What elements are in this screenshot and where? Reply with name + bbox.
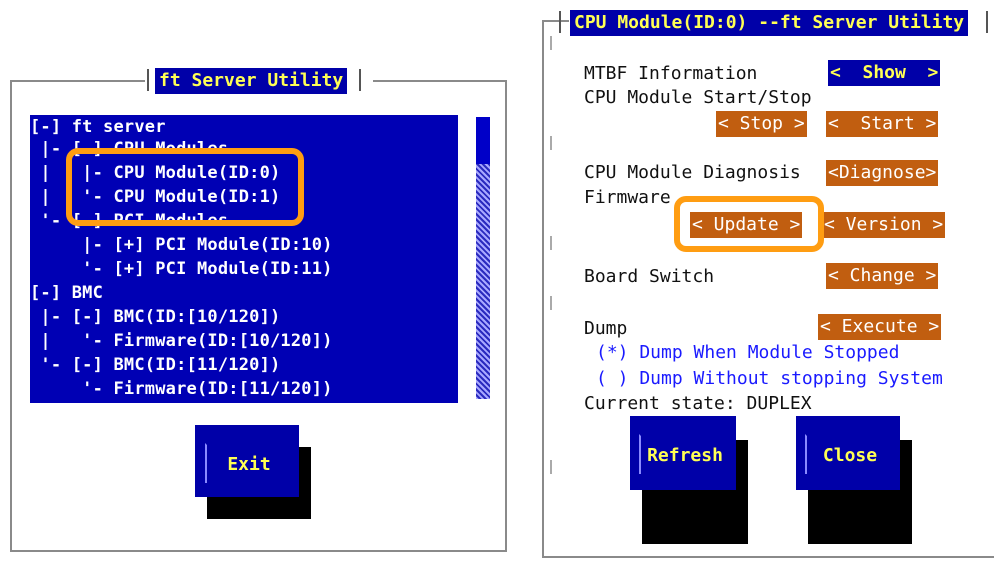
scrollbar-thumb[interactable]	[476, 117, 490, 164]
exit-button-label: Exit	[205, 443, 291, 483]
current-state: Current state: DUPLEX	[584, 393, 812, 414]
edge-dash	[550, 296, 552, 310]
tree-item-bmc-11[interactable]: '- [-] BMC(ID:[11/120])	[30, 355, 280, 375]
stop-button[interactable]: < Stop >	[716, 111, 807, 137]
dump-without-stopping-radio[interactable]: ( ) Dump Without stopping System	[596, 368, 943, 389]
start-button[interactable]: < Start >	[826, 111, 939, 137]
edge-dash	[550, 460, 552, 474]
update-highlight	[674, 196, 824, 252]
mtbf-label: MTBF Information	[584, 63, 758, 84]
edge-dash	[550, 236, 552, 250]
dump-when-stopped-radio[interactable]: (*) Dump When Module Stopped	[596, 342, 899, 363]
tree-item-firmware-11[interactable]: '- Firmware(ID:[11/120])	[30, 379, 333, 399]
tree-item-ft-server[interactable]: [-] ft server	[30, 117, 166, 137]
tree-item-bmc-10[interactable]: |- [-] BMC(ID:[10/120])	[30, 307, 280, 327]
tree-scrollbar[interactable]	[476, 117, 490, 399]
tree-item-pci-module-10[interactable]: |- [+] PCI Module(ID:10)	[30, 235, 333, 255]
close-button-label: Close	[805, 434, 893, 474]
dump-label: Dump	[584, 318, 628, 339]
tree-item-pci-module-11[interactable]: '- [+] PCI Module(ID:11)	[30, 259, 333, 279]
exit-button[interactable]: Exit	[195, 425, 299, 497]
frame-bottom	[542, 556, 994, 558]
diagnosis-label: CPU Module Diagnosis	[584, 162, 801, 183]
mtbf-show-button[interactable]: < Show >	[828, 60, 941, 86]
startstop-label: CPU Module Start/Stop	[584, 87, 812, 108]
tree-item-bmc[interactable]: [-] BMC	[30, 283, 103, 303]
version-button[interactable]: < Version >	[822, 212, 946, 238]
execute-button[interactable]: < Execute >	[818, 314, 942, 340]
change-button[interactable]: < Change >	[826, 263, 939, 289]
edge-dash	[550, 136, 552, 150]
edge-dash	[550, 36, 552, 50]
diagnose-button[interactable]: <Diagnose>	[826, 160, 939, 186]
board-switch-label: Board Switch	[584, 266, 715, 287]
tree-item-firmware-10[interactable]: | '- Firmware(ID:[10/120])	[30, 331, 333, 351]
refresh-button-label: Refresh	[639, 434, 729, 474]
refresh-button[interactable]: Refresh	[630, 416, 736, 490]
firmware-label: Firmware	[584, 187, 671, 208]
cpu-modules-highlight	[66, 148, 304, 226]
frame-bottom	[10, 550, 507, 552]
scrollbar-track[interactable]	[476, 164, 490, 399]
close-button[interactable]: Close	[796, 416, 900, 490]
